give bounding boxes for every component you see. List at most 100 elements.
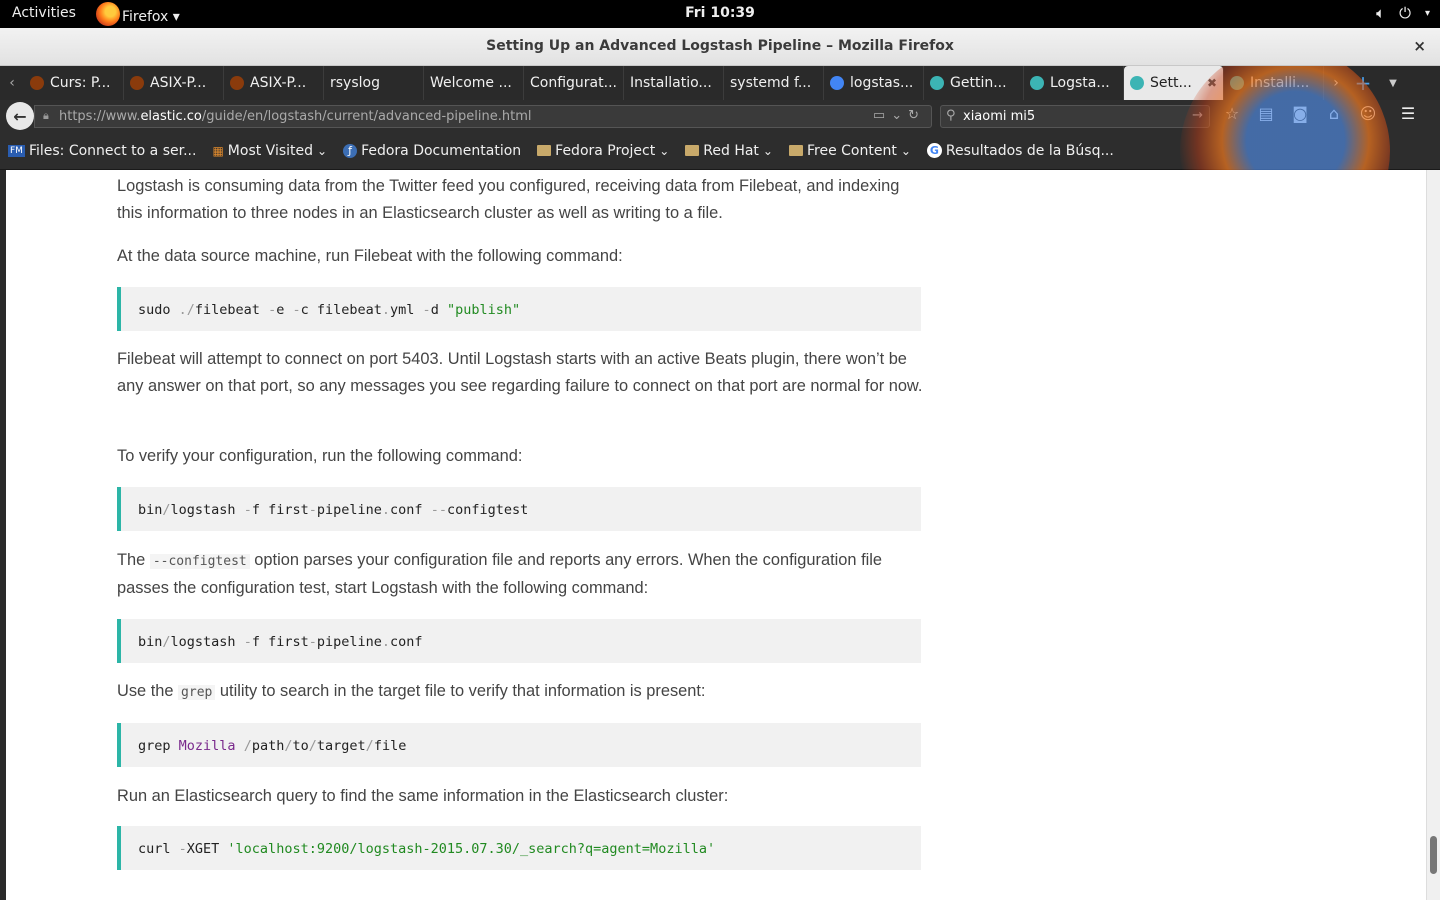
back-button[interactable]: ← [6, 102, 34, 130]
url-path: /guide/en/logstash/current/advanced-pipe… [201, 109, 532, 124]
home-icon[interactable]: ⌂ [1322, 104, 1346, 123]
reader-view-icon[interactable]: ▭ [873, 108, 891, 123]
code-block: curl -XGET 'localhost:9200/logstash-2015… [117, 826, 921, 870]
tab[interactable]: Configurat... [524, 66, 624, 100]
tab[interactable]: Gettin... [924, 66, 1024, 100]
app-menu[interactable]: Firefox ▾ [96, 2, 180, 29]
new-tab-button[interactable]: + [1348, 66, 1378, 100]
paragraph: To verify your configuration, run the fo… [117, 447, 523, 465]
window-titlebar: Setting Up an Advanced Logstash Pipeline… [0, 28, 1440, 66]
folder-icon [788, 145, 803, 156]
tab-favicon-icon [1030, 76, 1044, 90]
bookmark-item[interactable]: Red Hat ⌄ [685, 143, 773, 159]
system-status-area[interactable]: 🔈︎ ⏻ ▾ [1376, 4, 1430, 22]
most-visited-icon: ▦ [212, 143, 224, 158]
tab-close-icon[interactable]: ✖ [1207, 76, 1217, 90]
tab[interactable]: ASIX-P... [224, 66, 324, 100]
account-icon[interactable]: ☺ [1356, 104, 1380, 123]
tab[interactable]: Curs: P... [24, 66, 124, 100]
tab[interactable]: ASIX-P... [124, 66, 224, 100]
tab[interactable]: Welcome ... [424, 66, 524, 100]
history-dropdown-icon[interactable]: ⌄ [891, 108, 908, 123]
bookmark-item[interactable]: Fedora Project ⌄ [537, 143, 669, 159]
code-block: bin/logstash -f first-pipeline.conf --co… [117, 487, 921, 531]
tab-label: Welcome ... [430, 75, 512, 91]
tab-strip: ‹ Curs: P... ASIX-P... ASIX-P... rsyslog Wel… [0, 66, 1440, 100]
tab-scroll-left-button[interactable]: ‹ [0, 66, 24, 100]
tab-label: Installi... [1250, 75, 1310, 91]
tab-favicon-icon [930, 76, 944, 90]
hamburger-menu-icon[interactable]: ☰ [1396, 104, 1420, 123]
tab-label: Logsta... [1050, 75, 1110, 91]
paragraph: Logstash is consuming data from the Twit… [117, 177, 900, 222]
bookmark-item[interactable]: Free Content ⌄ [788, 142, 911, 159]
bookmark-item[interactable]: ƒ Fedora Documentation [343, 143, 521, 159]
tab-favicon-icon [30, 76, 44, 90]
bookmark-item[interactable]: G Resultados de la Búsq... [926, 143, 1114, 159]
tab-label: systemd f... [730, 75, 812, 91]
lock-icon[interactable]: 🔒︎ [43, 109, 49, 123]
tab-favicon-icon [130, 76, 144, 90]
bookmark-label: Red Hat [703, 142, 759, 159]
bookmark-star-icon[interactable]: ☆ [1220, 104, 1244, 123]
bookmark-label: Fedora Project [555, 142, 656, 159]
tab[interactable]: logstas... [824, 66, 924, 100]
bookmark-label: Most Visited [227, 142, 314, 159]
pocket-icon[interactable]: ◙ [1288, 104, 1312, 123]
tab[interactable]: Logsta... [1024, 66, 1124, 100]
chevron-down-icon: ⌄ [659, 143, 670, 158]
paragraph: Filebeat will attempt to connect on port… [117, 350, 923, 395]
list-all-tabs-button[interactable]: ▼ [1378, 66, 1408, 100]
window-close-button[interactable]: × [1413, 37, 1426, 55]
inline-code: grep [178, 685, 216, 700]
reload-icon[interactable]: ↻ [908, 108, 925, 123]
paragraph: Use the grep utility to search in the ta… [117, 682, 706, 700]
tab-label: Installatio... [630, 75, 712, 91]
tab-favicon-icon [230, 76, 244, 90]
search-icon: ⚲ [946, 108, 956, 123]
bookmarks-toolbar: FM Files: Connect to a ser... ▦ Most Visite… [0, 132, 1440, 170]
folder-icon [537, 145, 552, 156]
url-bar[interactable]: 🔒︎ https://www.elastic.co/guide/en/logst… [34, 105, 932, 128]
chevron-down-icon: ⌄ [900, 143, 911, 158]
code-block: bin/logstash -f first-pipeline.conf [117, 619, 921, 663]
search-go-icon[interactable]: → [1192, 108, 1203, 123]
chevron-down-icon: ⌄ [762, 143, 773, 158]
paragraph: Run an Elasticsearch query to find the s… [117, 787, 729, 805]
tab-label: ASIX-P... [150, 75, 207, 91]
bookmark-label: Free Content [806, 142, 897, 159]
tab-label: Gettin... [950, 75, 1007, 91]
chevron-down-icon: ▾ [1424, 7, 1430, 19]
bookmarks-menu-icon[interactable]: ▤ [1254, 104, 1278, 123]
tab-favicon-icon [1130, 76, 1144, 90]
code-block: grep Mozilla /path/to/target/file [117, 723, 921, 767]
power-icon: ⏻ [1399, 4, 1411, 22]
tab[interactable]: Sett... ✖ [1124, 66, 1224, 100]
back-arrow-icon: ← [13, 106, 27, 126]
vertical-scrollbar[interactable] [1426, 170, 1440, 900]
search-bar[interactable]: ⚲ xiaomi mi5 → [940, 105, 1210, 128]
url-bar-tools: ▭⌄↻ [873, 108, 925, 123]
tab-scroll-right-button[interactable]: › [1324, 66, 1348, 100]
clock[interactable]: Fri 10:39 [685, 5, 755, 21]
activities-button[interactable]: Activities [12, 5, 76, 21]
chevron-down-icon: ⌄ [317, 143, 328, 158]
fedora-icon: ƒ [343, 143, 358, 158]
window-title: Setting Up an Advanced Logstash Pipeline… [486, 38, 954, 54]
tab[interactable]: rsyslog [324, 66, 424, 100]
scrollbar-thumb[interactable] [1430, 836, 1437, 874]
tab-label: Sett... [1150, 75, 1192, 91]
tab-favicon-icon [830, 76, 844, 90]
tab[interactable]: systemd f... [724, 66, 824, 100]
bookmark-item[interactable]: ▦ Most Visited ⌄ [212, 143, 327, 159]
search-input[interactable]: xiaomi mi5 [963, 109, 1035, 124]
tab-label: Curs: P... [50, 75, 111, 91]
navigation-toolbar: 🔒︎ https://www.elastic.co/guide/en/logst… [0, 100, 1440, 132]
bookmark-item[interactable]: FM Files: Connect to a ser... [8, 143, 196, 159]
tab[interactable]: Installatio... [624, 66, 724, 100]
toolbar-icons: ☆ ▤ ◙ ⌂ ☺ ☰ [1220, 104, 1420, 123]
tab[interactable]: Installi... [1224, 66, 1324, 100]
page-viewport: Logstash is consuming data from the Twit… [0, 170, 1440, 900]
tab-label: logstas... [850, 75, 914, 91]
inline-code: --configtest [149, 554, 250, 569]
